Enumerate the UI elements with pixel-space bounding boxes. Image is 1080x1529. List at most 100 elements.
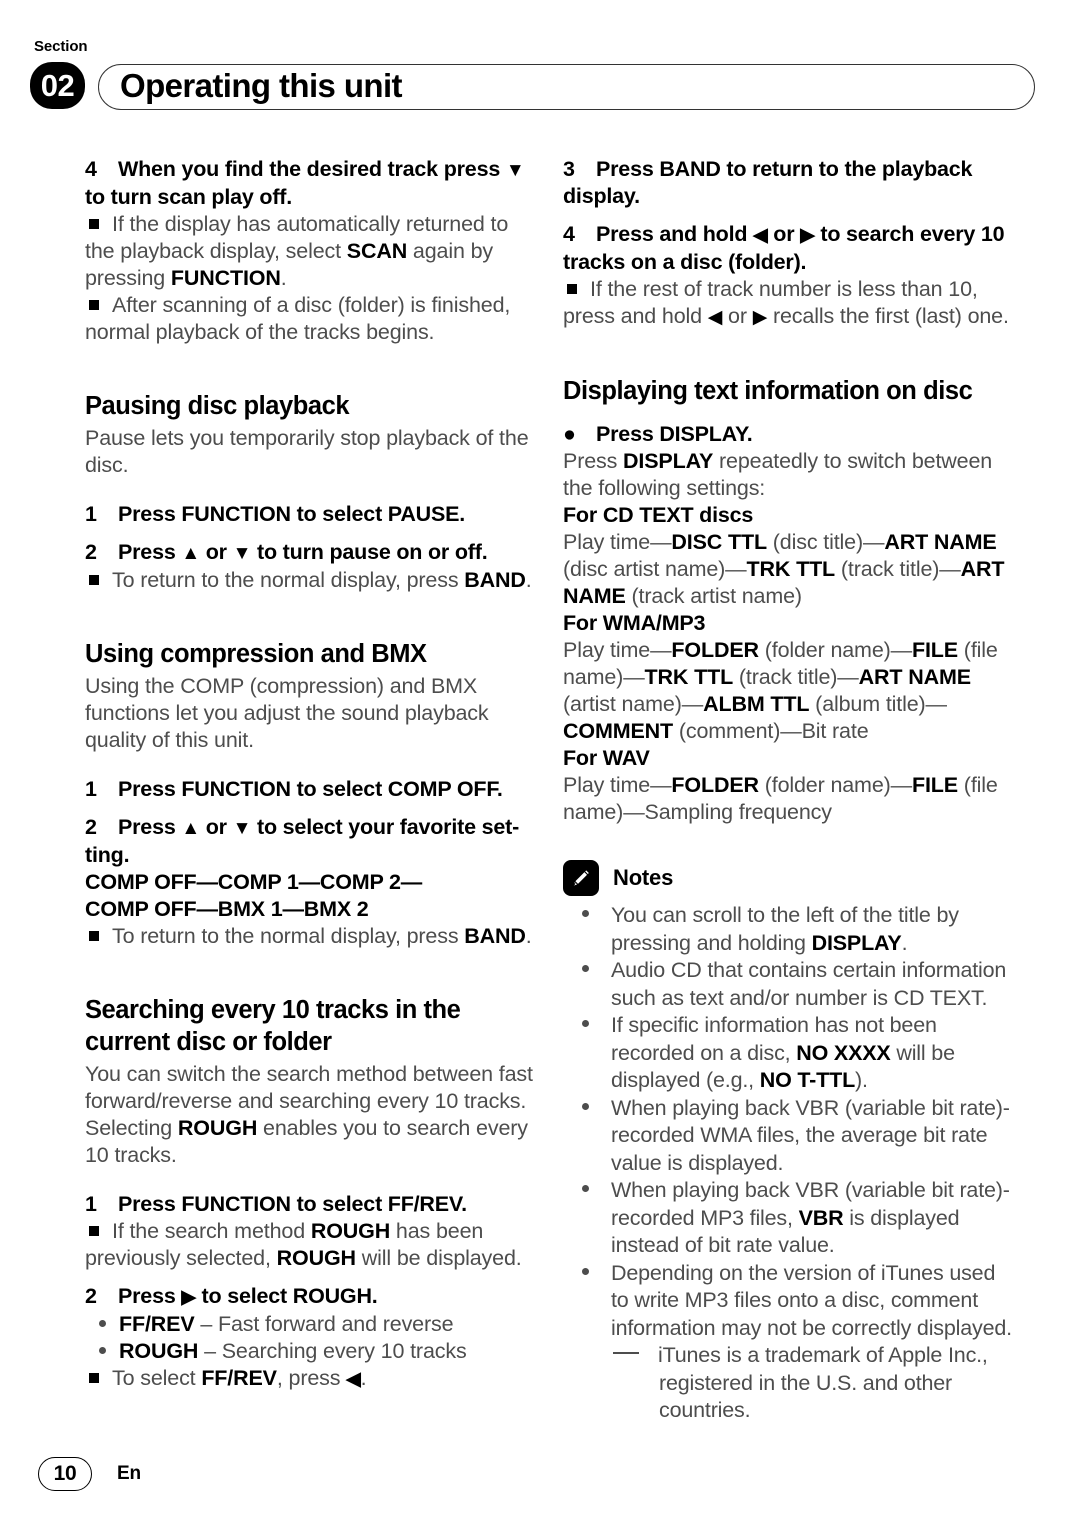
plain-text: Play time— bbox=[563, 638, 672, 662]
square-bullet-icon bbox=[89, 299, 99, 310]
note-text: After scanning of a disc (folder) is fin… bbox=[85, 293, 511, 344]
right-column: 3 Press BAND to return to the playback di… bbox=[563, 156, 1013, 1425]
page-title: Operating this unit bbox=[120, 67, 403, 104]
emphasis-text: FOLDER bbox=[671, 773, 759, 797]
note-line: To return to the normal display, press B… bbox=[85, 567, 535, 594]
note-text-a: To return to the normal display, press bbox=[112, 568, 465, 592]
dot-bullet-icon bbox=[99, 1346, 106, 1354]
wav-sequence: Play time—FOLDER (folder name)—FILE (fil… bbox=[563, 772, 1013, 826]
plain-text: (track title)— bbox=[835, 557, 961, 581]
square-bullet-icon bbox=[89, 1225, 99, 1236]
emphasis-text: VBR bbox=[798, 1205, 844, 1230]
round-bullet-icon: ● bbox=[563, 422, 576, 446]
step-text-c: to turn pause on or off. bbox=[251, 540, 488, 564]
step-text-b: or bbox=[199, 815, 233, 839]
note-text-c: . bbox=[525, 568, 532, 592]
note-sub-item: iTunes is a trademark of Apple Inc., reg… bbox=[563, 1342, 1013, 1425]
note-bold-2: FUNCTION bbox=[170, 266, 281, 290]
page-number-badge: 10 bbox=[38, 1457, 92, 1491]
plain-text: (comment)—Bit rate bbox=[673, 719, 869, 743]
step-item: 2 Press ▲ or ▼ to turn pause on or off. bbox=[85, 539, 535, 567]
note-line: After scanning of a disc (folder) is fin… bbox=[85, 292, 535, 346]
option-bold: FF/REV bbox=[119, 1312, 195, 1336]
manual-page: Section 02 Operating this unit 4 When you… bbox=[0, 0, 1080, 1529]
subheading-wav: For WAV bbox=[563, 746, 650, 770]
note-bold-2: ROUGH bbox=[276, 1246, 356, 1270]
step-number: 2 bbox=[85, 1284, 97, 1308]
note-text-3: . bbox=[280, 266, 287, 290]
note-text-a: To select bbox=[112, 1366, 202, 1390]
dot-bullet-icon bbox=[582, 1267, 589, 1275]
intro-text-a: Press bbox=[563, 449, 624, 473]
option-text: – Searching every 10 tracks bbox=[198, 1339, 467, 1363]
note-text-a: To return to the normal display, press bbox=[112, 924, 465, 948]
page-header: Section 02 Operating this unit bbox=[30, 38, 1050, 110]
step-text-part1: When you find the desired track press bbox=[118, 157, 506, 181]
step-text: Press FUNCTION to select PAUSE. bbox=[118, 502, 466, 526]
step-text-a: Press bbox=[118, 815, 182, 839]
notes-header: Notes bbox=[563, 860, 1013, 896]
plain-text: Play time— bbox=[563, 530, 672, 554]
section-intro: You can switch the search method between… bbox=[85, 1061, 535, 1169]
plain-text: (artist name)— bbox=[563, 692, 704, 716]
bullet-step-item: ● Press DISPLAY. bbox=[563, 421, 1013, 448]
step-number: 4 bbox=[563, 222, 575, 246]
note-sub-text: iTunes is a trademark of Apple Inc., reg… bbox=[658, 1343, 988, 1422]
plain-text: Play time— bbox=[563, 773, 672, 797]
wma-sequence: Play time—FOLDER (folder name)—FILE (fil… bbox=[563, 637, 1013, 745]
square-bullet-icon bbox=[89, 930, 99, 941]
step-text: Press BAND to return to the playback dis… bbox=[563, 157, 973, 208]
step-text-a: Press and hold bbox=[596, 222, 754, 246]
emphasis-text: DISC TTL bbox=[671, 530, 767, 554]
section-intro: Using the COMP (compression) and BMX fun… bbox=[85, 674, 489, 752]
notes-label: Notes bbox=[613, 865, 674, 890]
dot-bullet-icon bbox=[582, 1020, 589, 1028]
plain-text: (track artist name) bbox=[625, 584, 803, 608]
dot-bullet-icon bbox=[582, 1102, 589, 1110]
step-text-a: Press bbox=[118, 540, 182, 564]
step-item: 2 Press ▲ or ▼ to select your favorite se… bbox=[85, 814, 535, 869]
emphasis-text: ART NAME bbox=[858, 665, 971, 689]
note-text-c: , press bbox=[276, 1366, 347, 1390]
section-label: Section bbox=[34, 38, 88, 55]
step-text: Press DISPLAY. bbox=[596, 422, 753, 446]
subheading-part-b: CD TEXT bbox=[602, 503, 694, 527]
emphasis-text: ART NAME bbox=[884, 530, 997, 554]
emphasis-text: TRK TTL bbox=[644, 665, 734, 689]
section-heading-searching: Searching every 10 tracks in the current… bbox=[85, 996, 461, 1056]
note-bold: FF/REV bbox=[201, 1366, 277, 1390]
step-item: 3 Press BAND to return to the playback di… bbox=[563, 156, 1013, 210]
subheading-wma: For WMA/MP3 bbox=[563, 611, 706, 635]
plain-text: Audio CD that contains certain informati… bbox=[611, 958, 1007, 1010]
note-text-c: . bbox=[525, 924, 532, 948]
subheading-cdtext: For CD TEXT discs bbox=[563, 502, 1013, 529]
dot-bullet-icon bbox=[582, 1185, 589, 1193]
down-arrow-icon: ▼ bbox=[505, 160, 525, 181]
display-intro: Press DISPLAY repeatedly to switch betwe… bbox=[563, 448, 1013, 502]
note-text-d: . bbox=[360, 1366, 367, 1390]
emphasis-text: FILE bbox=[912, 773, 958, 797]
note-line: To select FF/REV, press ◀. bbox=[85, 1365, 535, 1393]
step-item: 1 Press FUNCTION to select COMP OFF. bbox=[85, 776, 535, 803]
cdtext-sequence: Play time—DISC TTL (disc title)—ART NAME… bbox=[563, 529, 1013, 610]
note-list-item: You can scroll to the left of the title … bbox=[563, 902, 1013, 957]
plain-text: (album title)— bbox=[809, 692, 947, 716]
note-list-item: If specific information has not been rec… bbox=[563, 1012, 1013, 1095]
step-number: 2 bbox=[85, 815, 97, 839]
step-number: 1 bbox=[85, 777, 97, 801]
plain-text: (folder name)— bbox=[758, 638, 912, 662]
step-number: 1 bbox=[85, 502, 97, 526]
dot-bullet-icon bbox=[582, 965, 589, 973]
note-text-a: If the search method bbox=[112, 1219, 311, 1243]
square-bullet-icon bbox=[89, 1372, 99, 1383]
notes-list: You can scroll to the left of the title … bbox=[563, 902, 1013, 1425]
section-heading-pausing: Pausing disc playback bbox=[85, 392, 350, 420]
left-column: 4 When you find the desired track press ▼… bbox=[85, 156, 535, 1393]
note-line: If the rest of track number is less than… bbox=[563, 276, 1013, 331]
right-arrow-icon: ▶ bbox=[181, 1287, 196, 1308]
note-text-c: recalls the first (last) one. bbox=[767, 304, 1009, 328]
option-line: FF/REV – Fast forward and reverse bbox=[85, 1311, 535, 1338]
plain-text: Depending on the version of iTunes used … bbox=[611, 1260, 1012, 1340]
option-line: ROUGH – Searching every 10 tracks bbox=[85, 1338, 535, 1365]
emphasis-text: DISPLAY bbox=[811, 930, 902, 955]
